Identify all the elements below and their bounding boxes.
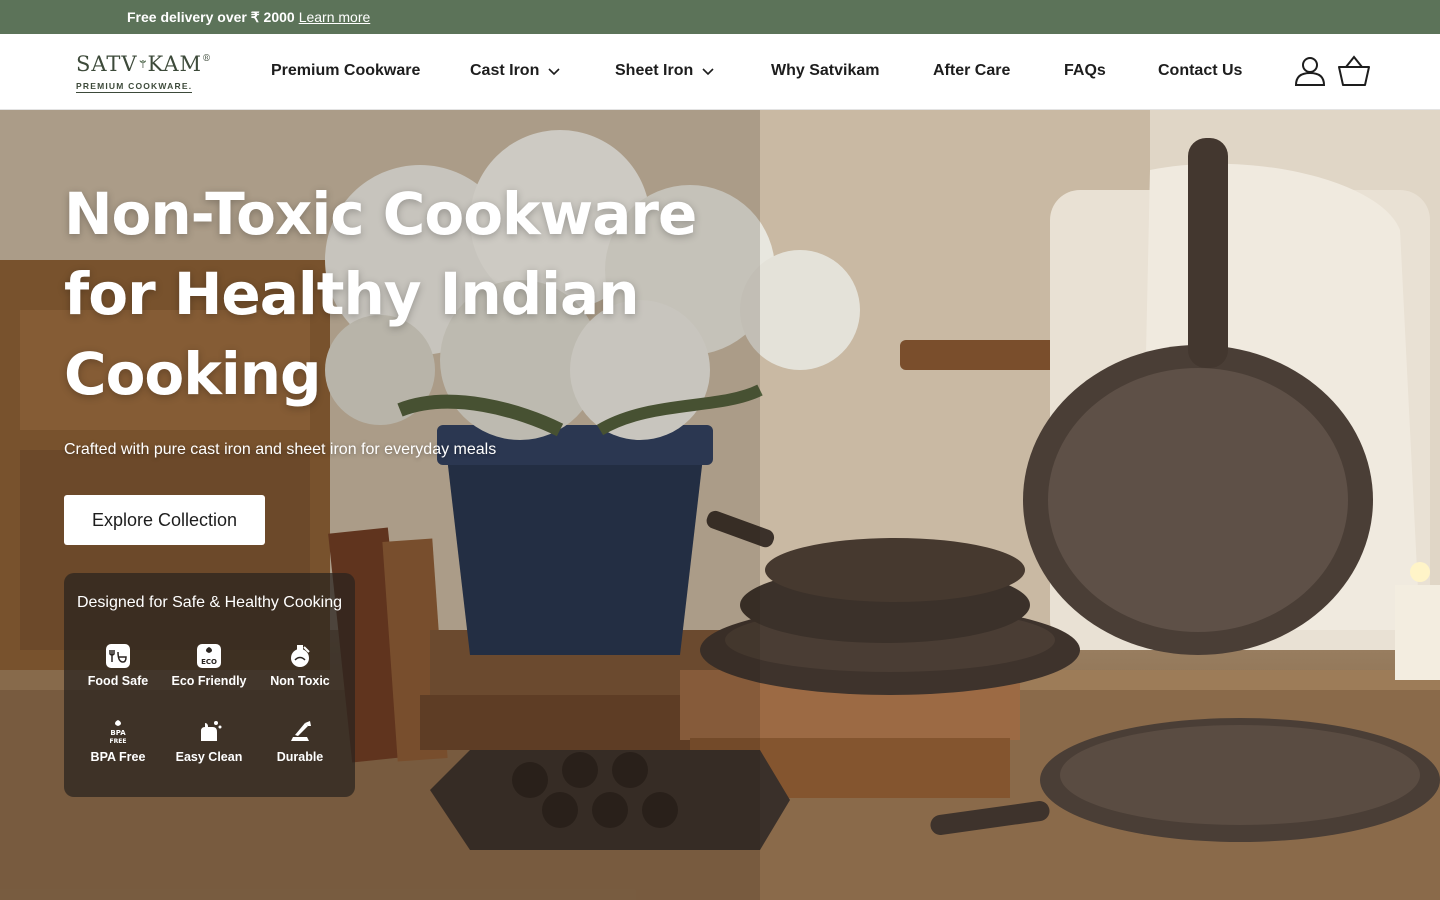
- nav-cast-iron[interactable]: Cast Iron: [470, 61, 561, 81]
- hero-title-line: Non-Toxic Cookware: [64, 180, 697, 248]
- feature-label: Easy Clean: [175, 750, 243, 764]
- nav-label: Contact Us: [1158, 62, 1243, 79]
- features-panel: Designed for Safe & Healthy Cooking Food…: [64, 573, 355, 797]
- nav-sheet-iron[interactable]: Sheet Iron: [615, 61, 715, 81]
- nav-premium-cookware[interactable]: Premium Cookware: [271, 61, 420, 81]
- feature-label: Durable: [276, 750, 324, 764]
- announcement-bar: Free delivery over ₹ 2000 Learn more: [0, 0, 1440, 34]
- feature-label: Eco Friendly: [171, 674, 247, 688]
- hero-subtitle: Crafted with pure cast iron and sheet ir…: [64, 441, 497, 458]
- non-toxic-icon: [291, 645, 310, 667]
- svg-text:BPA: BPA: [110, 729, 126, 737]
- logo-wordmark: SATV KAM ®: [76, 52, 212, 76]
- feature-eco-friendly: ECO Eco Friendly: [164, 643, 254, 688]
- explore-collection-button[interactable]: Explore Collection: [64, 495, 265, 545]
- nav-label: Cast Iron: [470, 62, 540, 79]
- feature-label: BPA Free: [90, 750, 146, 764]
- feature-durable: Durable: [255, 719, 345, 764]
- feature-label: Non Toxic: [270, 674, 330, 688]
- nav-contact-us[interactable]: Contact Us: [1158, 61, 1242, 81]
- chevron-down-icon: [702, 68, 714, 76]
- learn-more-link[interactable]: Learn more: [299, 9, 371, 25]
- feature-easy-clean: Easy Clean: [164, 719, 254, 764]
- leaf-logo-icon: [139, 60, 147, 68]
- basket-icon[interactable]: [1337, 54, 1371, 88]
- site-header: SATV KAM ® PREMIUM COOKWARE. Premium Cook…: [0, 34, 1440, 110]
- hero-title-line: for Healthy Indian: [64, 260, 640, 328]
- feature-non-toxic: Non Toxic: [255, 643, 345, 688]
- food-safe-icon: [106, 644, 130, 668]
- account-icon[interactable]: [1293, 54, 1327, 88]
- feature-label: Food Safe: [87, 674, 149, 688]
- features-title: Designed for Safe & Healthy Cooking: [76, 594, 343, 611]
- feature-bpa-free: BPA FREE BPA Free: [73, 719, 163, 764]
- hero-section: Non-Toxic Cookware for Healthy Indian Co…: [0, 110, 1440, 900]
- chevron-down-icon: [548, 68, 560, 76]
- eco-friendly-icon: ECO: [197, 644, 221, 668]
- nav-label: Why Satvikam: [771, 62, 880, 79]
- announcement-text: Free delivery over ₹ 2000: [127, 8, 295, 25]
- nav-label: After Care: [933, 62, 1011, 79]
- svg-text:FREE: FREE: [110, 738, 127, 745]
- nav-label: FAQs: [1064, 62, 1106, 79]
- durable-icon: [291, 721, 311, 741]
- hero-title-line: Cooking: [64, 340, 322, 408]
- bpa-free-icon: BPA FREE: [110, 720, 127, 745]
- nav-label: Sheet Iron: [615, 62, 694, 79]
- hero-title: Non-Toxic Cookware for Healthy Indian Co…: [64, 174, 764, 414]
- eco-icon-text: ECO: [201, 658, 217, 666]
- nav-after-care[interactable]: After Care: [933, 61, 1010, 81]
- easy-clean-icon: [201, 721, 222, 741]
- logo[interactable]: SATV KAM ® PREMIUM COOKWARE.: [76, 52, 212, 93]
- nav-why-satvikam[interactable]: Why Satvikam: [771, 61, 879, 81]
- feature-food-safe: Food Safe: [73, 643, 163, 688]
- nav-label: Premium Cookware: [271, 62, 421, 79]
- logo-tagline: PREMIUM COOKWARE.: [76, 81, 193, 93]
- nav-faqs[interactable]: FAQs: [1064, 61, 1106, 81]
